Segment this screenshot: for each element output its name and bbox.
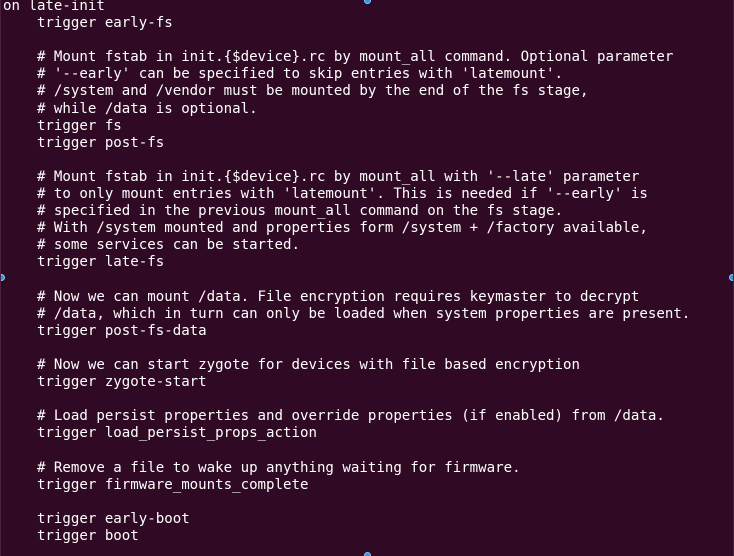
terminal-line: trigger fs xyxy=(3,117,122,134)
terminal-line: # /system and /vendor must be mounted by… xyxy=(3,83,589,100)
terminal-line: trigger boot xyxy=(3,527,139,544)
resize-handle-right[interactable] xyxy=(729,274,733,281)
terminal-line: # to only mount entries with 'latemount'… xyxy=(3,186,648,203)
terminal-line: on late-init xyxy=(3,0,105,14)
terminal-line: # while /data is optional. xyxy=(3,100,258,117)
terminal-line: trigger post-fs xyxy=(3,134,165,151)
terminal-line: trigger early-boot xyxy=(3,510,190,527)
terminal-line: # /data, which in turn can only be loade… xyxy=(3,305,691,322)
terminal-line: trigger post-fs-data xyxy=(3,322,207,339)
terminal-line: # some services can be started. xyxy=(3,237,300,254)
terminal-line: trigger load_persist_props_action xyxy=(3,425,317,442)
terminal-line: trigger firmware_mounts_complete xyxy=(3,476,309,493)
terminal-line: # Mount fstab in init.{$device}.rc by mo… xyxy=(3,49,674,66)
terminal-line: # Now we can mount /data. File encryptio… xyxy=(3,288,640,305)
terminal-line: # '--early' can be specified to skip ent… xyxy=(3,66,564,83)
terminal-line: trigger early-fs xyxy=(3,15,173,32)
terminal-line: # With /system mounted and properties fo… xyxy=(3,220,648,237)
terminal-output: on late-init trigger early-fs # Mount fs… xyxy=(3,0,690,545)
terminal-line: # Mount fstab in init.{$device}.rc by mo… xyxy=(3,168,640,185)
terminal-line: # Now we can start zygote for devices wi… xyxy=(3,356,580,373)
terminal-line: # Remove a file to wake up anything wait… xyxy=(3,459,521,476)
terminal-line: # specified in the previous mount_all co… xyxy=(3,203,564,220)
terminal-line: trigger zygote-start xyxy=(3,374,207,391)
resize-handle-bottom[interactable] xyxy=(364,552,371,556)
terminal-line: trigger late-fs xyxy=(3,254,165,271)
terminal-line: # Load persist properties and override p… xyxy=(3,408,665,425)
terminal-window[interactable]: on late-init trigger early-fs # Mount fs… xyxy=(0,0,734,556)
